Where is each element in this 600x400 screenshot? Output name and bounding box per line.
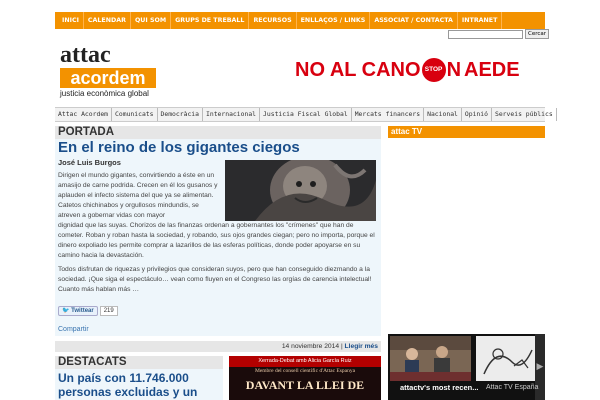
campaign-banner[interactable]: NO AL CANO STOP N AEDE — [295, 55, 520, 85]
cat-nacional[interactable]: Nacional — [424, 108, 462, 121]
video-thumbnail-1[interactable] — [390, 336, 471, 381]
nav-enllacos[interactable]: ENLLAÇOS / LINKS — [297, 12, 371, 29]
article-author: José Luis Burgos — [58, 158, 121, 167]
search-input[interactable] — [448, 29, 523, 39]
article-paragraph-1: Dirigen el mundo gigantes, convirtiendo … — [58, 172, 218, 219]
sidebar: attac TV ▶ attactv's most recen... Attac… — [388, 126, 545, 400]
tweet-count: 219 — [99, 306, 118, 316]
cat-democracia[interactable]: Democràcia — [158, 108, 203, 121]
promo-line-1: Xerrada-Debat amb Alicia García Ruiz — [229, 356, 381, 367]
nav-calendar[interactable]: CALENDAR — [84, 12, 131, 29]
site-logo[interactable]: attac acordem justicia econòmica global — [60, 42, 156, 100]
logo-attac: attac — [60, 42, 111, 68]
article-date: 14 noviembre 2014 — [281, 343, 340, 350]
video-title-2[interactable]: Attac TV España — [486, 384, 538, 391]
stop-sign-icon: STOP — [421, 58, 446, 82]
destacats-article-title[interactable]: Un país con 11.746.000 personas excluida… — [58, 371, 222, 400]
video-carousel: ▶ attactv's most recen... Attac TV Españ… — [388, 334, 545, 400]
tweet-widget: 🐦 Twittear 219 — [58, 306, 118, 316]
search-bar: Cercar — [448, 29, 550, 39]
nav-inici[interactable]: INICI — [58, 12, 84, 29]
top-navigation: INICI CALENDAR QUI SOM GRUPS DE TREBALL … — [55, 12, 545, 29]
article-title[interactable]: En el reino de los gigantes ciegos — [58, 139, 300, 156]
video-title-1[interactable]: attactv's most recen... — [400, 383, 478, 392]
banner-text-3: AEDE — [464, 58, 520, 81]
article-body: Dirigen el mundo gigantes, convirtiendo … — [58, 171, 378, 299]
meta-separator: | — [340, 343, 343, 350]
tweet-button[interactable]: 🐦 Twittear — [58, 306, 98, 316]
share-link[interactable]: Compartir — [58, 326, 89, 333]
cat-mercats-financers[interactable]: Mercats financers — [352, 108, 425, 121]
search-button[interactable]: Cercar — [525, 29, 550, 39]
cat-serveis-publics[interactable]: Serveis públics — [492, 108, 557, 121]
article-paragraph-2: Todos disfrutan de riquezas y privilegio… — [58, 266, 372, 293]
nav-qui-som[interactable]: QUI SOM — [131, 12, 172, 29]
logo-acordem: acordem — [60, 68, 156, 88]
read-more-link[interactable]: Llegir més — [345, 343, 378, 350]
banner-text-2: N — [446, 58, 462, 81]
nav-recursos[interactable]: RECURSOS — [249, 12, 297, 29]
twitter-bird-icon: 🐦 — [62, 308, 70, 314]
nav-grups-de-treball[interactable]: GRUPS DE TREBALL — [171, 12, 250, 29]
nav-associat[interactable]: ASSOCIAT / CONTACTA — [370, 12, 458, 29]
destacats-heading: DESTACATS — [55, 356, 223, 369]
page-side-right — [545, 0, 600, 400]
promo-line-3: DAVANT LA LLEI DE — [245, 378, 365, 392]
portada-section: PORTADA En el reino de los gigantes cieg… — [55, 126, 381, 352]
logo-tagline: justicia econòmica global — [60, 89, 149, 98]
event-promo-poster[interactable]: Xerrada-Debat amb Alicia García Ruiz Mem… — [229, 356, 381, 400]
cat-attac-acordem[interactable]: Attac Acordem — [55, 108, 113, 121]
cat-comunicats[interactable]: Comunicats — [112, 108, 158, 121]
category-navigation: Attac Acordem Comunicats Democràcia Inte… — [55, 107, 557, 122]
article-meta: 14 noviembre 2014 | Llegir més — [55, 341, 381, 352]
cat-opinio[interactable]: Opinió — [462, 108, 492, 121]
page-side-left — [0, 0, 55, 400]
cat-justicia-fiscal[interactable]: Justicia Fiscal Global — [260, 108, 352, 121]
portada-heading: PORTADA — [55, 126, 381, 139]
banner-text-1: NO AL CANO — [295, 58, 421, 81]
destacats-section: DESTACATS Un país con 11.746.000 persona… — [55, 356, 223, 400]
video-thumbnail-2[interactable] — [476, 336, 537, 381]
attac-tv-heading: attac TV — [388, 126, 545, 138]
tweet-label: Twittear — [71, 308, 94, 314]
page-wrapper: INICI CALENDAR QUI SOM GRUPS DE TREBALL … — [55, 0, 557, 400]
article-paragraph-1b: dignidad que las suyas. Chorizos de las … — [58, 222, 375, 259]
cat-internacional[interactable]: Internacional — [203, 108, 261, 121]
nav-intranet[interactable]: INTRANET — [458, 12, 503, 29]
promo-line-2: Membre del consell científic d'Attac Esp… — [254, 368, 356, 374]
